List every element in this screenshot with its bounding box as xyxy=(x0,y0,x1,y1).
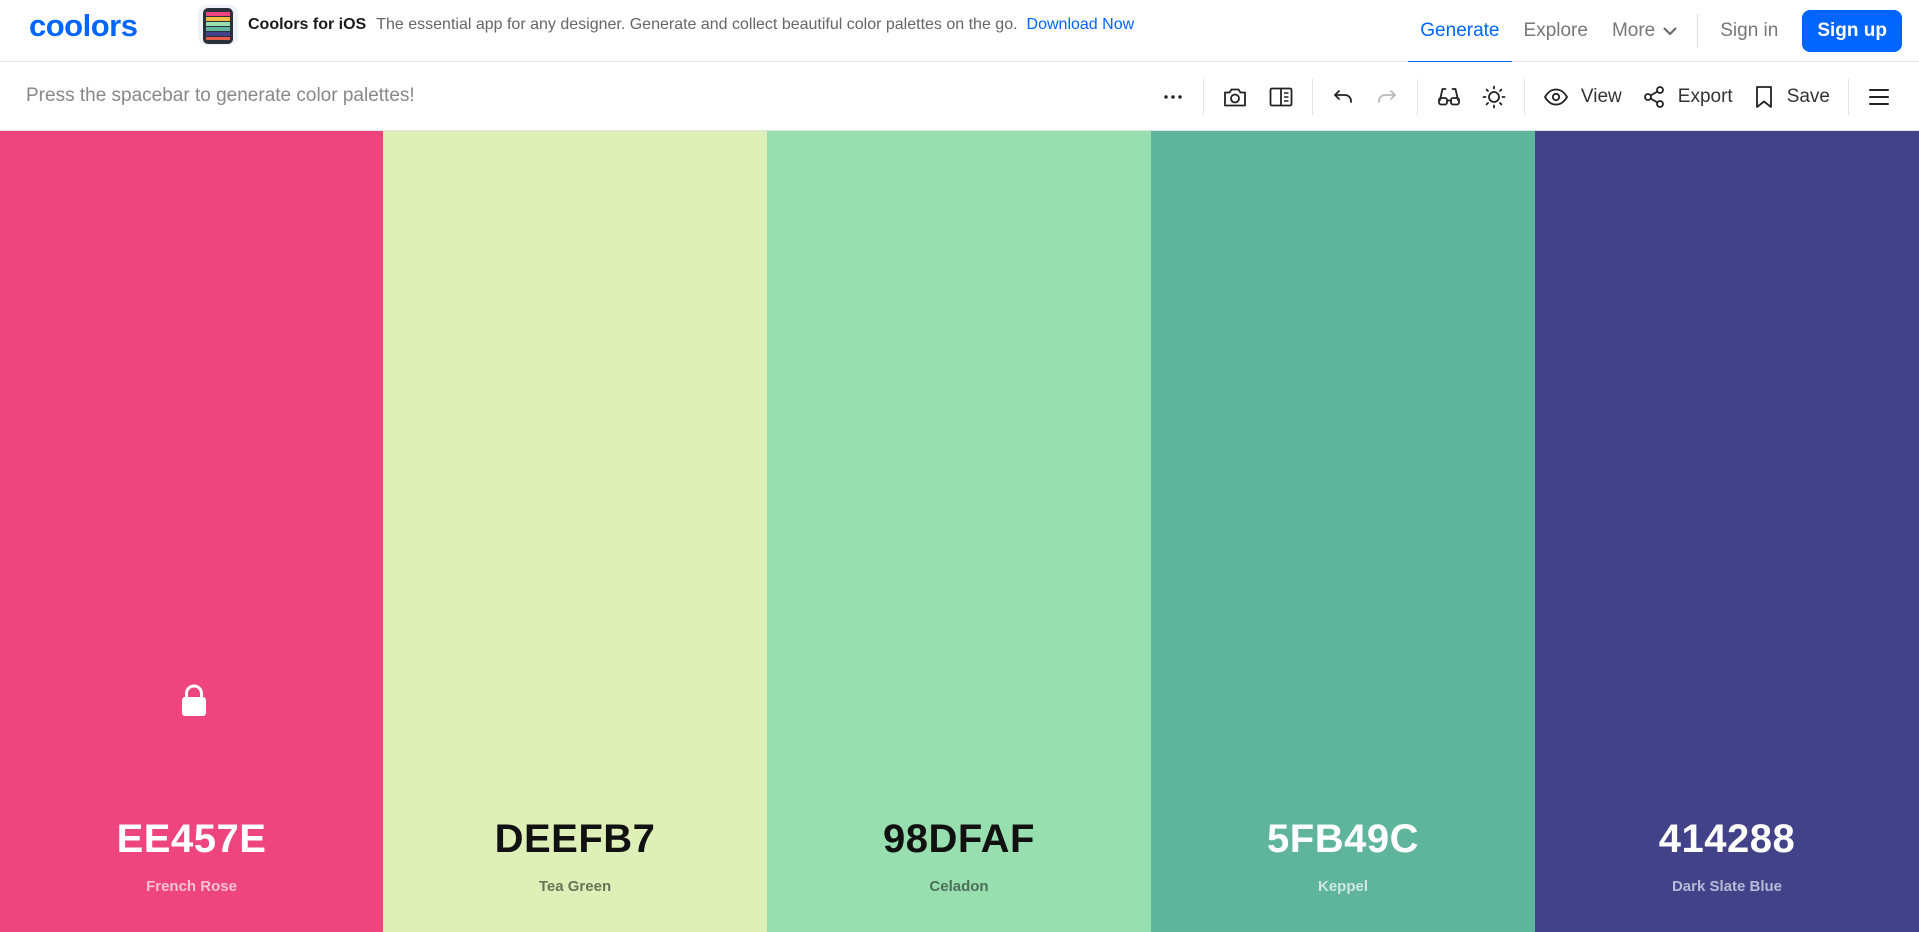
split-view-icon xyxy=(1269,87,1293,106)
redo-button[interactable] xyxy=(1365,75,1409,119)
adjust-palette-button[interactable] xyxy=(1472,75,1516,119)
sun-icon xyxy=(1482,85,1506,108)
toolbar-divider xyxy=(1523,78,1525,115)
main-nav: Generate Explore More Sign in Sign up xyxy=(1408,0,1919,63)
nav-generate[interactable]: Generate xyxy=(1408,0,1512,63)
eye-icon xyxy=(1544,88,1568,105)
split-view-button[interactable] xyxy=(1258,75,1304,119)
bookmark-icon xyxy=(1755,85,1772,108)
color-blindness-button[interactable] xyxy=(1426,75,1472,119)
color-swatch[interactable]: 98DFAF Celadon xyxy=(767,131,1151,932)
color-swatch[interactable]: DEEFB7 Tea Green xyxy=(383,131,767,932)
top-navbar: coolors Coolors for iOS The essential ap… xyxy=(0,0,1919,63)
logo-text: coolors xyxy=(29,10,137,42)
undo-button[interactable] xyxy=(1321,75,1365,119)
color-hex-code[interactable]: 414288 xyxy=(1535,817,1919,862)
color-name[interactable]: Keppel xyxy=(1151,878,1535,895)
signup-button[interactable]: Sign up xyxy=(1802,10,1902,52)
color-hex-code[interactable]: DEEFB7 xyxy=(383,817,767,862)
share-icon xyxy=(1643,85,1664,108)
coolors-logo[interactable]: coolors xyxy=(29,10,169,42)
menu-button[interactable] xyxy=(1857,75,1901,119)
camera-icon xyxy=(1224,88,1246,106)
toolbar-divider xyxy=(1416,78,1418,115)
color-hex-code[interactable]: 98DFAF xyxy=(767,817,1151,862)
color-hex-code[interactable]: 5FB49C xyxy=(1151,817,1535,862)
export-button[interactable]: Export xyxy=(1632,75,1743,119)
export-label: Export xyxy=(1677,85,1733,107)
view-label: View xyxy=(1580,85,1622,107)
save-label: Save xyxy=(1786,85,1830,107)
color-swatch[interactable]: EE457E French Rose xyxy=(0,131,383,932)
spacebar-hint: Press the spacebar to generate color pal… xyxy=(26,85,415,106)
download-now-link[interactable]: Download Now xyxy=(1027,16,1135,34)
color-swatch[interactable]: 5FB49C Keppel xyxy=(1151,131,1535,932)
toolbar-divider xyxy=(1311,78,1313,115)
color-hex-code[interactable]: EE457E xyxy=(0,817,383,862)
undo-icon xyxy=(1334,89,1352,103)
nav-signin[interactable]: Sign in xyxy=(1708,0,1790,62)
nav-explore[interactable]: Explore xyxy=(1512,0,1600,62)
save-button[interactable]: Save xyxy=(1743,75,1840,119)
generator-toolbar: Press the spacebar to generate color pal… xyxy=(0,62,1919,131)
chevron-down-icon xyxy=(1663,27,1677,35)
color-name[interactable]: Celadon xyxy=(767,878,1151,895)
palette-swatches: EE457E French Rose DEEFB7 Tea Green 98DF… xyxy=(0,131,1919,932)
more-options-button[interactable] xyxy=(1151,75,1195,119)
promo-title: Coolors for iOS xyxy=(248,16,367,33)
toolbar-actions: View Export Save xyxy=(1151,62,1901,131)
view-button[interactable]: View xyxy=(1533,75,1632,119)
color-name[interactable]: French Rose xyxy=(0,878,383,895)
redo-icon xyxy=(1378,89,1396,103)
promo-text: The essential app for any designer. Gene… xyxy=(376,16,1018,33)
camera-button[interactable] xyxy=(1212,75,1258,119)
menu-icon xyxy=(1869,88,1889,105)
glasses-icon xyxy=(1438,87,1460,105)
toolbar-divider xyxy=(1202,78,1204,115)
ios-promo-banner: Coolors for iOS The essential app for an… xyxy=(198,5,1135,45)
toolbar-divider xyxy=(1848,78,1849,115)
nav-divider xyxy=(1697,14,1699,48)
color-name[interactable]: Tea Green xyxy=(383,878,767,895)
nav-more-label: More xyxy=(1611,20,1656,41)
color-swatch[interactable]: 414288 Dark Slate Blue xyxy=(1535,131,1919,932)
nav-more[interactable]: More xyxy=(1600,0,1689,62)
color-name[interactable]: Dark Slate Blue xyxy=(1535,878,1919,895)
more-options-icon xyxy=(1164,94,1182,99)
lock-icon[interactable] xyxy=(179,684,209,718)
app-thumbnail-icon xyxy=(198,5,238,45)
